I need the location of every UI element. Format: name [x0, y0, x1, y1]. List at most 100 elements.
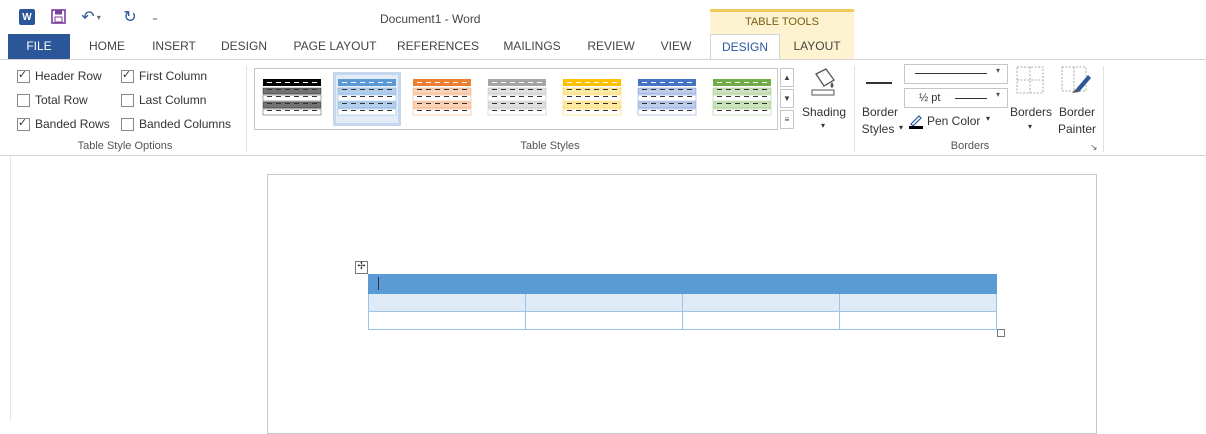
- tab-insert[interactable]: INSERT: [143, 34, 205, 59]
- table-styles-gallery: [254, 68, 778, 130]
- banded-rows-option[interactable]: Banded Rows: [17, 116, 110, 131]
- table-style-preview-icon: [712, 79, 772, 116]
- table-tools-label: TABLE TOOLS: [710, 9, 854, 34]
- table-style-swatch[interactable]: [636, 75, 698, 123]
- shading-dropdown-icon[interactable]: ▾: [818, 121, 828, 130]
- option-label: Header Row: [35, 69, 102, 83]
- chevron-down-icon: ▾: [996, 66, 1001, 75]
- option-label: First Column: [139, 69, 208, 83]
- redo-icon[interactable]: ↻: [122, 9, 138, 26]
- first-column-option[interactable]: First Column: [121, 68, 208, 83]
- table-cell[interactable]: [368, 311, 526, 330]
- group-label-table-styles: Table Styles: [520, 140, 580, 152]
- tab-home[interactable]: HOME: [78, 34, 136, 59]
- group-label-table-style-options: Table Style Options: [77, 140, 173, 152]
- customize-qat-icon[interactable]: ₌: [150, 9, 160, 25]
- table-cell[interactable]: [368, 274, 997, 294]
- banded-columns-option[interactable]: Banded Columns: [121, 117, 231, 131]
- pen-color-icon[interactable]: [908, 114, 924, 129]
- table-cell[interactable]: [368, 293, 526, 312]
- text-cursor: [378, 277, 379, 290]
- line-weight-dropdown[interactable]: ½ pt ▾: [904, 88, 1008, 108]
- table-cell[interactable]: [525, 293, 683, 312]
- borders-icon[interactable]: [1015, 65, 1045, 95]
- checkbox-icon[interactable]: [17, 68, 30, 83]
- tab-page-layout[interactable]: PAGE LAYOUT: [285, 34, 385, 59]
- table-style-preview-icon: [412, 79, 472, 116]
- tab-references[interactable]: REFERENCES: [392, 34, 484, 59]
- option-label: Banded Columns: [139, 117, 232, 131]
- table-style-swatch[interactable]: [561, 75, 623, 123]
- table-row[interactable]: [368, 293, 997, 312]
- tab-design[interactable]: DESIGN: [212, 34, 276, 59]
- tab-table-design[interactable]: DESIGN: [710, 34, 780, 60]
- option-label: Banded Rows: [35, 117, 110, 131]
- group-label-borders: Borders: [950, 140, 990, 152]
- tab-view[interactable]: VIEW: [651, 34, 701, 59]
- ribbon-tabs: FILE HOME INSERT DESIGN PAGE LAYOUT REFE…: [0, 34, 1206, 60]
- document-title: Document1 - Word: [380, 12, 481, 26]
- table-style-swatch[interactable]: [711, 75, 773, 123]
- table-style-swatch[interactable]: [411, 75, 473, 123]
- group-divider: [854, 66, 855, 152]
- table-cell[interactable]: [839, 311, 997, 330]
- checkbox-icon[interactable]: [121, 93, 134, 107]
- table-resize-handle[interactable]: [997, 329, 1005, 337]
- option-label: Last Column: [139, 93, 207, 107]
- gallery-scroll-up-icon[interactable]: ▲: [780, 68, 794, 87]
- border-painter-button[interactable]: Painter: [1055, 122, 1099, 136]
- tab-mailings[interactable]: MAILINGS: [493, 34, 571, 59]
- table-row[interactable]: [368, 311, 997, 330]
- save-icon[interactable]: [51, 9, 66, 24]
- border-styles-button[interactable]: Styles: [858, 122, 898, 136]
- tab-review[interactable]: REVIEW: [578, 34, 644, 59]
- shading-button[interactable]: Shading: [800, 105, 848, 119]
- gallery-scroll-down-icon[interactable]: ▼: [780, 89, 794, 108]
- table-style-swatch[interactable]: [486, 75, 548, 123]
- table-move-handle-icon[interactable]: ✢: [355, 261, 368, 274]
- word-icon: W: [19, 9, 35, 25]
- checkbox-icon[interactable]: [121, 68, 134, 83]
- table-style-preview-icon: [637, 79, 697, 116]
- table-cell[interactable]: [682, 311, 840, 330]
- total-row-option[interactable]: Total Row: [17, 93, 88, 107]
- header-row-option[interactable]: Header Row: [17, 68, 102, 83]
- chevron-down-icon: ▾: [996, 90, 1001, 99]
- table-style-swatch[interactable]: [333, 72, 401, 126]
- border-painter-icon[interactable]: [1060, 65, 1092, 97]
- table-cell[interactable]: [839, 293, 997, 312]
- gallery-more-icon[interactable]: ≡: [780, 110, 794, 129]
- line-style-preview: [915, 73, 987, 74]
- tab-file[interactable]: FILE: [8, 34, 70, 59]
- checkbox-icon[interactable]: [17, 116, 30, 131]
- table-style-preview-icon: [487, 79, 547, 116]
- border-painter-label: Border: [1058, 105, 1096, 119]
- line-weight-value: ½ pt: [919, 92, 941, 104]
- table-style-preview-icon: [562, 79, 622, 116]
- document-page[interactable]: ✢: [267, 174, 1097, 434]
- border-styles-dropdown-icon[interactable]: ▾: [897, 123, 905, 132]
- shading-icon[interactable]: [808, 66, 838, 98]
- border-styles-icon[interactable]: [866, 82, 892, 84]
- borders-dropdown-icon[interactable]: ▾: [1026, 122, 1034, 131]
- tab-table-layout[interactable]: LAYOUT: [780, 34, 854, 59]
- table-style-preview-icon: [337, 79, 397, 116]
- borders-button[interactable]: Borders: [1009, 105, 1053, 119]
- table-header-row[interactable]: [368, 274, 997, 294]
- title-bar: W ↶ ▾ ↻ ₌ Document1 - Word TABLE TOOLS: [0, 0, 1206, 34]
- pen-color-button[interactable]: Pen Color: [927, 114, 980, 128]
- pen-color-dropdown-icon[interactable]: ▾: [984, 114, 992, 123]
- checkbox-icon[interactable]: [17, 93, 30, 107]
- table-cell[interactable]: [525, 311, 683, 330]
- dialog-launcher-icon[interactable]: ↘: [1090, 142, 1098, 153]
- checkbox-icon[interactable]: [121, 117, 134, 131]
- line-weight-preview: [955, 98, 987, 99]
- table-style-swatch[interactable]: [261, 75, 323, 123]
- ribbon: Header Row First Column Total Row Last C…: [0, 59, 1206, 156]
- line-style-dropdown[interactable]: ▾: [904, 64, 1008, 84]
- last-column-option[interactable]: Last Column: [121, 93, 206, 107]
- undo-icon[interactable]: ↶ ▾: [81, 9, 101, 26]
- table-cell[interactable]: [682, 293, 840, 312]
- left-margin-strip: [0, 156, 11, 421]
- document-table[interactable]: [368, 274, 997, 330]
